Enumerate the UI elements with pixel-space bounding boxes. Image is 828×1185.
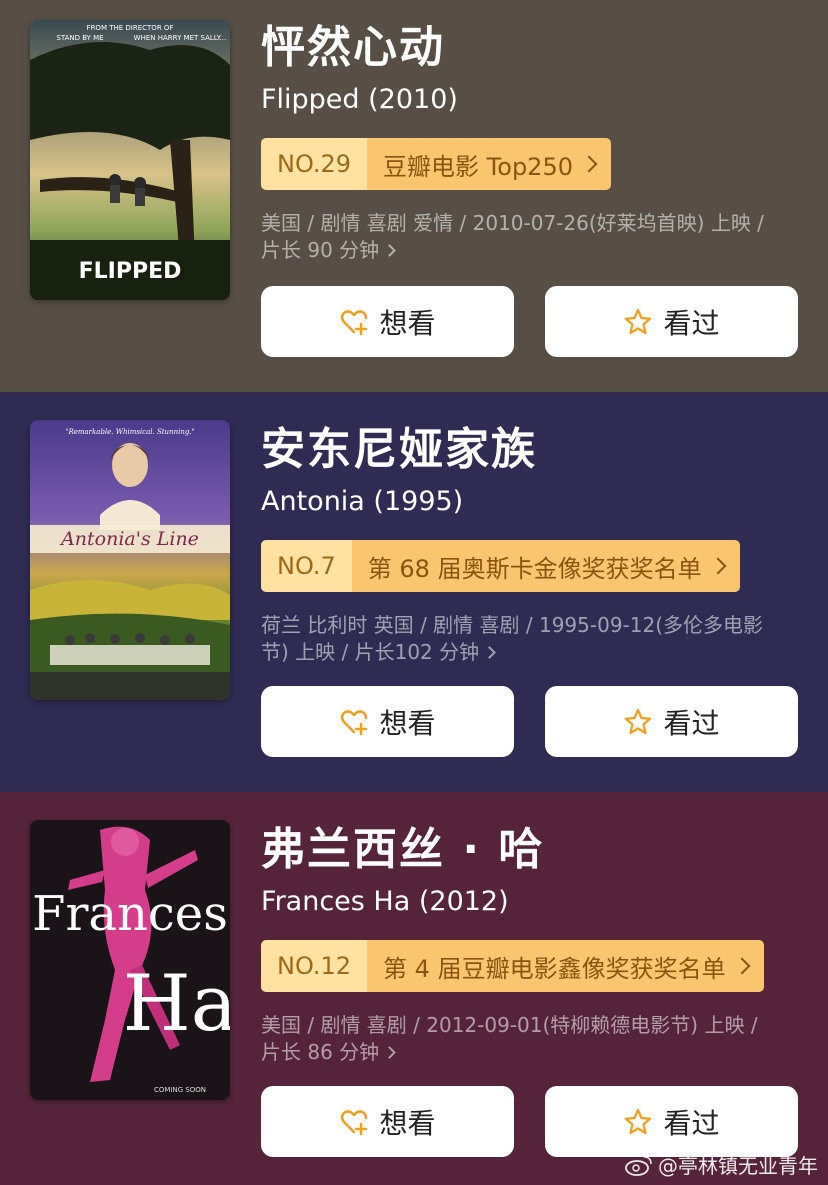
movie-list: FROM THE DIRECTOR OF STAND BY ME WHEN HA… [0, 0, 828, 1185]
want-to-watch-button[interactable]: 想看 [261, 286, 514, 357]
movie-meta-text: 荷兰 比利时 英国 / 剧情 喜剧 / 1995-09-12(多伦多电影节) 上… [261, 613, 764, 664]
want-to-watch-label: 想看 [379, 706, 436, 740]
movie-info-flipped: 怦然心动 Flipped (2010) NO.29 豆瓣电影 Top250 美国… [261, 18, 801, 264]
rank-list-link[interactable]: 豆瓣电影 Top250 [367, 138, 611, 190]
star-icon [625, 308, 652, 334]
rank-badge[interactable]: NO.29 豆瓣电影 Top250 [261, 138, 611, 190]
poster-flipped[interactable]: FROM THE DIRECTOR OF STAND BY ME WHEN HA… [30, 20, 230, 300]
poster-flipped-image: FROM THE DIRECTOR OF STAND BY ME WHEN HA… [30, 20, 230, 300]
movie-meta[interactable]: 荷兰 比利时 英国 / 剧情 喜剧 / 1995-09-12(多伦多电影节) 上… [261, 612, 781, 666]
movie-title-cn[interactable]: 安东尼娅家族 [261, 420, 801, 480]
watched-button[interactable]: 看过 [545, 686, 798, 757]
weibo-icon [625, 1155, 652, 1176]
rank-badge[interactable]: NO.7 第 68 届奥斯卡金像奖获奖名单 [261, 540, 740, 592]
watermark: @亭林镇无业青年 [624, 1150, 818, 1179]
poster-flipped-name: FLIPPED [79, 259, 182, 284]
rank-badge[interactable]: NO.12 第 4 届豆瓣电影鑫像奖获奖名单 [261, 940, 764, 992]
want-to-watch-label: 想看 [379, 306, 436, 340]
movie-card-antonia[interactable]: Antonia's Line "Remarkable. Whimsical. S… [0, 392, 828, 792]
poster-frances-ha[interactable]: Frances Ha COMING SOON [30, 820, 230, 1100]
poster-flipped-line2: WHEN HARRY MET SALLY... [134, 34, 227, 42]
watched-button[interactable]: 看过 [545, 286, 798, 357]
movie-info-antonia: 安东尼娅家族 Antonia (1995) NO.7 第 68 届奥斯卡金像奖获… [261, 420, 801, 666]
watermark-text: @亭林镇无业青年 [658, 1154, 818, 1178]
rank-number: NO.7 [261, 540, 352, 592]
rank-list-label: 豆瓣电影 Top250 [383, 152, 573, 181]
watched-label: 看过 [663, 1106, 720, 1140]
movie-meta[interactable]: 美国 / 剧情 喜剧 爱情 / 2010-07-26(好莱坞首映) 上映 / 片… [261, 210, 781, 264]
chevron-right-icon [383, 1046, 397, 1059]
rank-list-link[interactable]: 第 4 届豆瓣电影鑫像奖获奖名单 [367, 940, 764, 992]
want-to-watch-label: 想看 [379, 1106, 436, 1140]
chevron-right-icon [580, 155, 598, 173]
movie-title-cn[interactable]: 弗兰西丝 · 哈 [261, 820, 801, 880]
poster-flipped-tagline: FROM THE DIRECTOR OF [87, 24, 174, 32]
watched-label: 看过 [663, 306, 720, 340]
poster-antonia-image: Antonia's Line "Remarkable. Whimsical. S… [30, 420, 230, 700]
chevron-right-icon [733, 957, 751, 975]
action-buttons: 想看 看过 [261, 686, 798, 757]
watched-label: 看过 [663, 706, 720, 740]
rank-number: NO.12 [261, 940, 368, 992]
heart-plus-icon [341, 1109, 368, 1135]
chevron-right-icon [483, 646, 497, 659]
movie-meta-text: 美国 / 剧情 喜剧 / 2012-09-01(特柳赖德电影节) 上映 / 片长… [261, 1013, 758, 1064]
movie-title-en: Frances Ha (2012) [261, 886, 509, 917]
rank-list-label: 第 68 届奥斯卡金像奖获奖名单 [367, 554, 702, 583]
heart-plus-icon [341, 309, 368, 335]
rank-list-label: 第 4 届豆瓣电影鑫像奖获奖名单 [383, 954, 726, 983]
movie-meta[interactable]: 美国 / 剧情 喜剧 / 2012-09-01(特柳赖德电影节) 上映 / 片长… [261, 1012, 781, 1066]
poster-flipped-line1: STAND BY ME [56, 34, 103, 42]
poster-antonia[interactable]: Antonia's Line "Remarkable. Whimsical. S… [30, 420, 230, 700]
rank-number: NO.29 [261, 138, 368, 190]
poster-antonia-tagline: "Remarkable. Whimsical. Stunning." [65, 428, 195, 436]
action-buttons: 想看 看过 [261, 286, 798, 357]
poster-frances-title: Frances [32, 886, 228, 942]
movie-title-en: Antonia (1995) [261, 486, 464, 517]
movie-title-en: Flipped (2010) [261, 84, 458, 115]
star-icon [625, 708, 652, 734]
want-to-watch-button[interactable]: 想看 [261, 686, 514, 757]
poster-frances-coming: COMING SOON [154, 1086, 206, 1094]
watched-button[interactable]: 看过 [545, 1086, 798, 1157]
want-to-watch-button[interactable]: 想看 [261, 1086, 514, 1157]
movie-card-frances-ha[interactable]: Frances Ha COMING SOON 弗兰西丝 · 哈 Frances … [0, 792, 828, 1185]
poster-antonia-name: Antonia's Line [59, 528, 199, 550]
poster-ha-title: Ha [123, 959, 230, 1049]
rank-list-link[interactable]: 第 68 届奥斯卡金像奖获奖名单 [351, 540, 740, 592]
poster-frances-ha-image: Frances Ha COMING SOON [30, 820, 230, 1100]
movie-title-cn[interactable]: 怦然心动 [261, 18, 801, 78]
movie-meta-text: 美国 / 剧情 喜剧 爱情 / 2010-07-26(好莱坞首映) 上映 / 片… [261, 211, 764, 262]
movie-info-frances-ha: 弗兰西丝 · 哈 Frances Ha (2012) NO.12 第 4 届豆瓣… [261, 820, 801, 1066]
heart-plus-icon [341, 709, 368, 735]
action-buttons: 想看 看过 [261, 1086, 798, 1157]
chevron-right-icon [709, 557, 727, 575]
movie-card-flipped[interactable]: FROM THE DIRECTOR OF STAND BY ME WHEN HA… [0, 0, 828, 392]
chevron-right-icon [383, 244, 397, 257]
star-icon [625, 1108, 652, 1134]
